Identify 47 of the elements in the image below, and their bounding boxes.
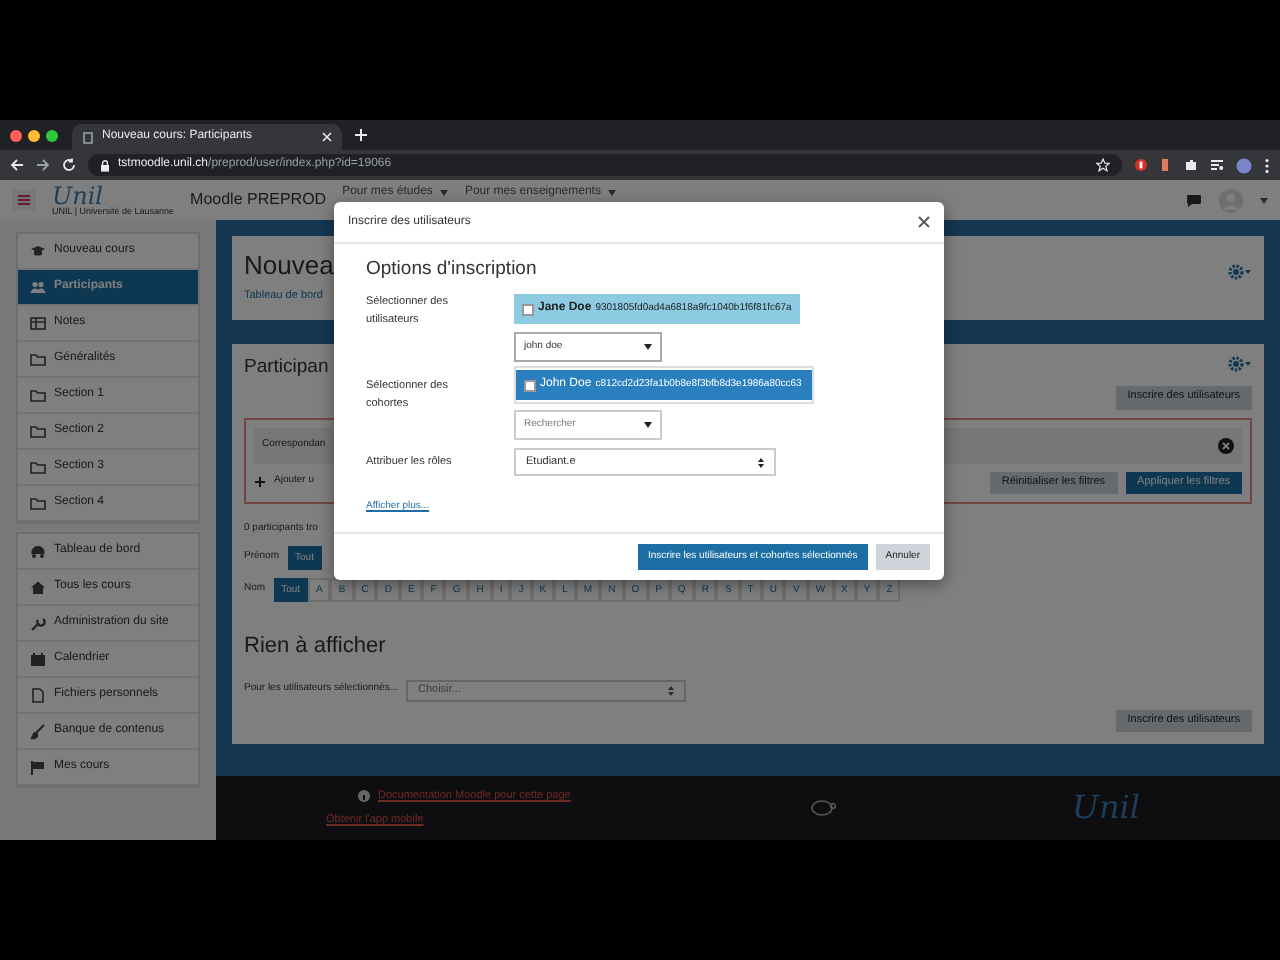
new-tab-icon[interactable]	[354, 128, 368, 142]
caret-icon	[644, 344, 652, 351]
sort-icon	[758, 457, 764, 468]
close-icon[interactable]	[918, 216, 930, 228]
site-name[interactable]: Moodle PREPROD	[190, 188, 327, 212]
folder-icon	[30, 459, 46, 475]
caret-icon[interactable]	[1260, 197, 1268, 203]
back-icon[interactable]	[10, 158, 24, 172]
caret-icon	[608, 189, 617, 195]
folder-icon	[30, 351, 46, 367]
sort-icon	[667, 685, 674, 696]
caret-icon	[440, 189, 449, 195]
media-icon[interactable]	[1210, 158, 1224, 172]
gear-icon[interactable]	[1228, 264, 1252, 280]
folder-icon	[30, 423, 46, 439]
section-title: Participan	[244, 356, 329, 379]
puzzle-icon[interactable]	[1184, 158, 1198, 172]
chat-icon[interactable]	[1186, 193, 1202, 207]
page-icon	[82, 131, 94, 143]
folder-icon	[30, 387, 46, 403]
bookmark-icon[interactable]	[1096, 158, 1110, 172]
dashboard-icon	[30, 543, 46, 559]
gear-icon[interactable]	[1228, 356, 1252, 372]
logo-text[interactable]: Unil	[52, 183, 175, 208]
lock-icon	[100, 159, 110, 171]
page-title: Nouvea	[244, 252, 334, 281]
graduation-cap-icon	[30, 243, 46, 259]
calendar-icon	[30, 651, 46, 667]
folder-icon	[30, 495, 46, 511]
profile-avatar-icon[interactable]	[1236, 157, 1252, 173]
menu-icon[interactable]	[1264, 157, 1270, 173]
forward-icon[interactable]	[36, 158, 50, 172]
file-icon	[30, 687, 46, 703]
brush-icon	[30, 723, 46, 739]
window-controls-icon[interactable]	[8, 127, 60, 143]
wrench-icon	[30, 615, 46, 631]
reload-icon[interactable]	[62, 158, 76, 172]
home-icon	[30, 579, 46, 595]
plus-icon	[254, 476, 266, 489]
table-icon	[30, 315, 46, 331]
close-circle-icon[interactable]	[1218, 437, 1234, 454]
footer-logo-text: Unil	[1071, 792, 1140, 824]
users-icon	[30, 279, 46, 295]
empty-message: Rien à afficher	[244, 632, 388, 663]
info-icon	[358, 789, 370, 802]
form-heading: Options d'inscription	[366, 256, 539, 284]
flag-icon	[30, 759, 46, 775]
